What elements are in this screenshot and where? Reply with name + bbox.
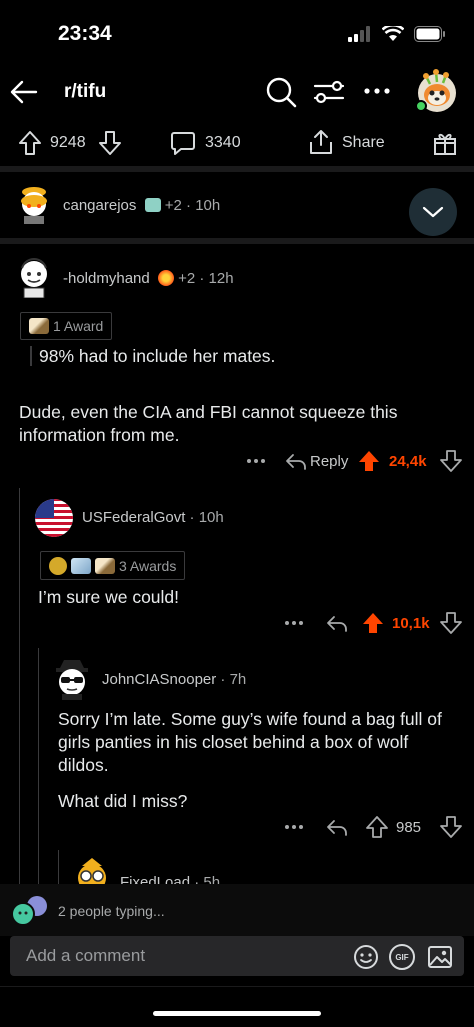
user-avatar-icon[interactable] xyxy=(414,68,460,114)
search-icon[interactable] xyxy=(264,75,298,109)
award-box[interactable]: 1 Award xyxy=(20,312,113,340)
comment-body-2: What did I miss? xyxy=(58,791,188,811)
subreddit-title[interactable]: r/tifu xyxy=(64,81,106,103)
reply-arrow-icon[interactable] xyxy=(285,451,307,471)
back-arrow-icon[interactable] xyxy=(8,76,40,108)
section-divider xyxy=(0,238,474,244)
fixedload-avatar-icon[interactable] xyxy=(72,856,112,884)
comment-time: 10h xyxy=(198,509,224,526)
award-icon xyxy=(95,557,115,574)
battery-icon xyxy=(414,26,445,42)
award-mini-icon xyxy=(144,198,161,212)
thread-line[interactable] xyxy=(38,648,39,884)
vote-count: 985 xyxy=(396,819,422,836)
separator-dot: · xyxy=(189,509,195,526)
reply-arrow-icon[interactable] xyxy=(326,613,348,633)
comment-meta[interactable]: -holdmyhand +2 · 12h xyxy=(63,270,234,287)
comment-placeholder[interactable]: Add a comment xyxy=(26,946,145,966)
share-icon[interactable] xyxy=(308,128,334,156)
comment-meta[interactable]: USFederalGovt · 10h xyxy=(82,509,224,526)
extra-awards: +2 xyxy=(164,197,182,214)
downvote-icon[interactable] xyxy=(440,816,462,838)
vote-count: 10,1k xyxy=(392,615,430,632)
comment-time: 5h xyxy=(203,874,221,884)
separator-dot: · xyxy=(220,671,226,688)
username[interactable]: JohnCIASnooper xyxy=(102,671,216,688)
award-box[interactable]: 3 Awards xyxy=(40,551,186,580)
collapse-thread-button[interactable] xyxy=(409,188,457,236)
comment-body: I’m sure we could! xyxy=(38,587,180,607)
award-flame-icon xyxy=(157,270,174,286)
reply-arrow-icon[interactable] xyxy=(326,817,348,837)
username[interactable]: cangarejos xyxy=(63,197,136,214)
sort-filter-icon[interactable] xyxy=(312,77,346,107)
comment-time: 10h xyxy=(195,197,221,214)
downvote-icon[interactable] xyxy=(440,450,462,472)
us-flag-avatar-icon[interactable] xyxy=(34,498,74,538)
comment-meta[interactable]: FixedLoad · 5h xyxy=(120,874,220,884)
comment-clip: FixedLoad · 5h xyxy=(0,854,474,884)
username[interactable]: USFederalGovt xyxy=(82,509,185,526)
award-count: 1 Award xyxy=(53,318,104,334)
home-indicator[interactable] xyxy=(153,1011,321,1016)
image-icon[interactable] xyxy=(427,944,453,970)
comment-body: Dude, even the CIA and FBI cannot squeez… xyxy=(19,402,398,445)
award-icon xyxy=(29,318,49,334)
cangarejos-avatar-icon[interactable] xyxy=(16,184,52,224)
status-time: 23:34 xyxy=(58,22,112,45)
gif-button[interactable]: GIF xyxy=(389,944,415,970)
award-count: 3 Awards xyxy=(119,557,177,574)
status-icons xyxy=(348,26,446,42)
typing-avatars-icon xyxy=(11,896,47,926)
upvote-active-icon[interactable] xyxy=(358,450,380,472)
upvote-active-icon[interactable] xyxy=(362,612,384,634)
separator-dot: · xyxy=(194,874,200,884)
holdmyhand-avatar-icon[interactable] xyxy=(14,254,54,298)
separator-dot: · xyxy=(199,270,205,287)
post-comment-count[interactable]: 3340 xyxy=(205,134,241,152)
collapsed-comment-meta[interactable]: cangarejos +2 · 10h xyxy=(63,197,220,214)
award-gold-icon xyxy=(49,556,67,575)
gift-award-icon[interactable] xyxy=(432,130,458,156)
signal-icon xyxy=(348,26,370,42)
upvote-icon[interactable] xyxy=(366,816,388,838)
more-options-icon[interactable] xyxy=(284,620,304,626)
wifi-icon xyxy=(382,26,404,41)
award-wings-icon xyxy=(71,557,91,574)
reply-button[interactable]: Reply xyxy=(310,453,348,470)
comment-time: 12h xyxy=(208,270,234,287)
downvote-icon[interactable] xyxy=(98,130,122,156)
comment-body: Sorry I’m late. Some guy’s wife found a … xyxy=(58,709,442,775)
share-button[interactable]: Share xyxy=(342,134,385,152)
quote-bar xyxy=(30,346,32,366)
separator-dot: · xyxy=(186,197,192,214)
comment-meta[interactable]: JohnCIASnooper · 7h xyxy=(102,671,246,688)
johnciasnooper-avatar-icon[interactable] xyxy=(52,656,92,700)
post-vote-count: 9248 xyxy=(50,134,86,151)
more-options-icon[interactable] xyxy=(246,458,266,464)
footer-divider xyxy=(0,986,474,987)
more-options-icon[interactable] xyxy=(284,824,304,830)
vote-count: 24,4k xyxy=(389,453,427,470)
username[interactable]: -holdmyhand xyxy=(63,270,150,287)
thread-line[interactable] xyxy=(19,488,20,884)
downvote-icon[interactable] xyxy=(440,612,462,634)
comment-bubble-icon[interactable] xyxy=(170,130,196,156)
extra-awards: +2 xyxy=(178,270,196,287)
quote-text: 98% had to include her mates. xyxy=(39,346,276,366)
comment-time: 7h xyxy=(229,671,247,688)
more-options-icon[interactable] xyxy=(364,86,390,96)
username[interactable]: FixedLoad xyxy=(120,874,190,884)
emoji-icon[interactable] xyxy=(353,944,379,970)
typing-text: 2 people typing... xyxy=(58,903,165,919)
upvote-icon[interactable] xyxy=(18,130,42,156)
section-divider xyxy=(0,166,474,172)
chevron-down-icon xyxy=(422,206,444,218)
